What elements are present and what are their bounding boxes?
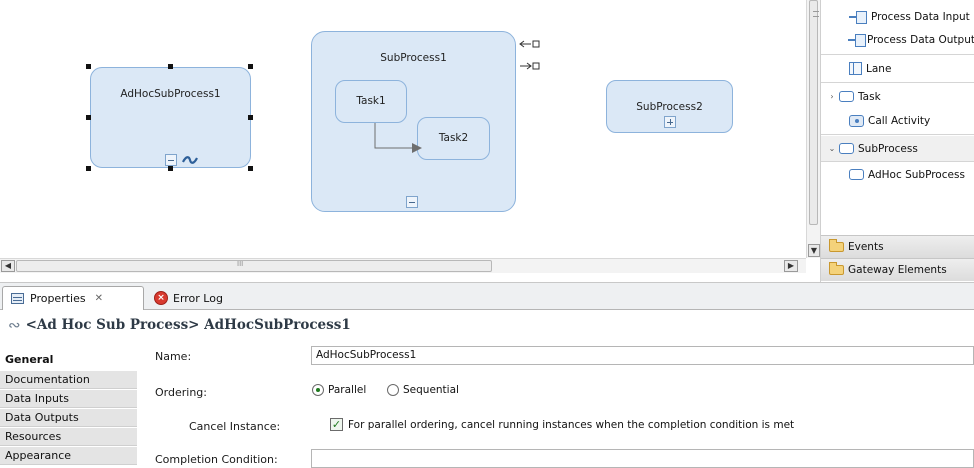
tab-label: Error Log xyxy=(173,291,223,305)
adhoc-marker-icon: ∾ xyxy=(8,316,21,334)
completion-condition-label: Completion Condition: xyxy=(155,453,278,466)
subprocess2-node[interactable]: SubProcess2 xyxy=(606,80,733,133)
folder-icon xyxy=(829,262,844,275)
cancel-instance-label: Cancel Instance: xyxy=(189,420,281,433)
palette-item-label: Process Data Output xyxy=(866,33,974,46)
properties-title-text: <Ad Hoc Sub Process> AdHocSubProcess1 xyxy=(25,317,351,333)
canvas-vertical-scrollbar[interactable]: ▼ xyxy=(806,0,820,258)
palette-item-process-data-output[interactable]: Process Data Output xyxy=(821,27,974,52)
palette-item-label: Task xyxy=(858,90,881,103)
subprocess2-label: SubProcess2 xyxy=(636,101,703,113)
scroll-right-icon[interactable]: ▶ xyxy=(784,260,798,272)
palette-item-label: Process Data Input xyxy=(871,10,970,23)
selection-handle[interactable] xyxy=(86,166,91,171)
name-label: Name: xyxy=(155,350,192,363)
expand-button[interactable] xyxy=(664,116,676,128)
name-field[interactable]: AdHocSubProcess1 xyxy=(311,346,974,365)
section-tab-documentation[interactable]: Documentation xyxy=(0,371,137,389)
palette-separator xyxy=(821,54,974,55)
diagram-canvas[interactable]: AdHocSubProcess1 SubProcess1 Task1 Task2 xyxy=(0,0,806,258)
tool-palette: Process Data Input Process Data Output L… xyxy=(820,0,974,282)
checkbox-label: For parallel ordering, cancel running in… xyxy=(348,418,795,431)
tab-error-log[interactable]: × Error Log xyxy=(146,286,231,310)
sequence-flow-connector[interactable] xyxy=(370,122,430,162)
palette-item-label: Lane xyxy=(866,62,892,75)
collapse-chevron-icon[interactable]: ⌄ xyxy=(827,144,837,153)
palette-item-label: SubProcess xyxy=(858,142,918,155)
call-activity-icon xyxy=(849,114,864,127)
collapse-button[interactable] xyxy=(165,154,177,166)
checkbox-checked-icon: ✓ xyxy=(330,418,343,431)
drawer-label: Gateway Elements xyxy=(848,264,947,276)
selection-handle[interactable] xyxy=(168,64,173,69)
adhoc-subprocess-icon xyxy=(849,169,864,180)
ordering-parallel-radio[interactable]: Parallel xyxy=(312,384,366,396)
palette-item-task[interactable]: › Task xyxy=(821,84,974,109)
properties-icon xyxy=(11,293,24,304)
close-icon[interactable]: ✕ xyxy=(95,293,103,304)
expand-chevron-icon[interactable]: › xyxy=(827,92,837,101)
folder-icon xyxy=(829,239,844,252)
subprocess-icon xyxy=(839,143,854,154)
palette-item-label: Call Activity xyxy=(868,114,931,127)
properties-title: ∾ <Ad Hoc Sub Process> AdHocSubProcess1 xyxy=(0,310,974,340)
radio-selected-icon xyxy=(312,384,324,396)
subprocess1-label: SubProcess1 xyxy=(380,52,447,64)
palette-drawer-events[interactable]: Events xyxy=(821,235,974,258)
scroll-down-icon[interactable]: ▼ xyxy=(808,244,820,257)
vertical-scroll-thumb[interactable] xyxy=(809,0,819,225)
view-tab-bar: Properties ✕ × Error Log xyxy=(0,282,974,310)
task-icon xyxy=(839,91,854,102)
tab-label: Properties xyxy=(30,292,86,305)
properties-section-list: General Documentation Data Inputs Data O… xyxy=(0,340,140,468)
collapse-button[interactable] xyxy=(406,196,418,208)
scroll-thumb-grip: III xyxy=(237,260,244,268)
cancel-instance-checkbox[interactable]: ✓ For parallel ordering, cancel running … xyxy=(330,418,794,431)
palette-separator xyxy=(821,82,974,83)
error-log-icon: × xyxy=(154,291,168,305)
selection-handle[interactable] xyxy=(168,166,173,171)
selection-handle[interactable] xyxy=(248,64,253,69)
radio-label: Parallel xyxy=(328,384,367,396)
ordering-label: Ordering: xyxy=(155,386,207,399)
data-output-icon xyxy=(847,33,867,47)
palette-item-call-activity[interactable]: Call Activity xyxy=(821,108,974,133)
task1-label: Task1 xyxy=(356,95,386,107)
selection-handle[interactable] xyxy=(86,64,91,69)
tab-properties[interactable]: Properties ✕ xyxy=(2,286,144,310)
outgoing-connection-icon[interactable] xyxy=(519,61,543,71)
selection-handle[interactable] xyxy=(86,115,91,120)
selection-handle[interactable] xyxy=(248,166,253,171)
palette-separator xyxy=(821,134,974,135)
canvas-horizontal-scrollbar[interactable]: ◀ III ▶ xyxy=(0,258,806,273)
section-tab-appearance[interactable]: Appearance xyxy=(0,447,137,465)
task2-label: Task2 xyxy=(438,132,469,144)
selection-handle[interactable] xyxy=(248,115,253,120)
data-input-icon xyxy=(849,10,867,24)
palette-item-process-data-input[interactable]: Process Data Input xyxy=(821,4,974,29)
palette-item-label: AdHoc SubProcess xyxy=(868,168,965,181)
palette-item-adhoc-subprocess[interactable]: AdHoc SubProcess xyxy=(821,162,974,187)
radio-unselected-icon xyxy=(387,384,399,396)
adhoc-subprocess-node[interactable]: AdHocSubProcess1 xyxy=(90,67,251,168)
task1-node[interactable]: Task1 xyxy=(335,80,407,123)
scroll-left-icon[interactable]: ◀ xyxy=(1,260,15,272)
incoming-connection-icon[interactable] xyxy=(519,39,543,49)
adhoc-marker-icon xyxy=(182,156,198,164)
section-tab-data-outputs[interactable]: Data Outputs xyxy=(0,409,137,427)
section-tab-data-inputs[interactable]: Data Inputs xyxy=(0,390,137,408)
adhoc-subprocess-label: AdHocSubProcess1 xyxy=(120,88,221,100)
palette-item-lane[interactable]: Lane xyxy=(821,56,974,81)
lane-icon xyxy=(849,62,862,75)
horizontal-scroll-thumb[interactable]: III xyxy=(16,260,492,272)
radio-label: Sequential xyxy=(403,384,459,396)
palette-item-subprocess[interactable]: ⌄ SubProcess xyxy=(821,136,974,161)
completion-condition-field[interactable] xyxy=(311,449,974,468)
ordering-sequential-radio[interactable]: Sequential xyxy=(387,384,459,396)
drawer-label: Events xyxy=(848,241,884,253)
section-tab-general[interactable]: General xyxy=(0,348,137,369)
palette-drawer-gateway-elements[interactable]: Gateway Elements xyxy=(821,258,974,281)
section-tab-resources[interactable]: Resources xyxy=(0,428,137,446)
